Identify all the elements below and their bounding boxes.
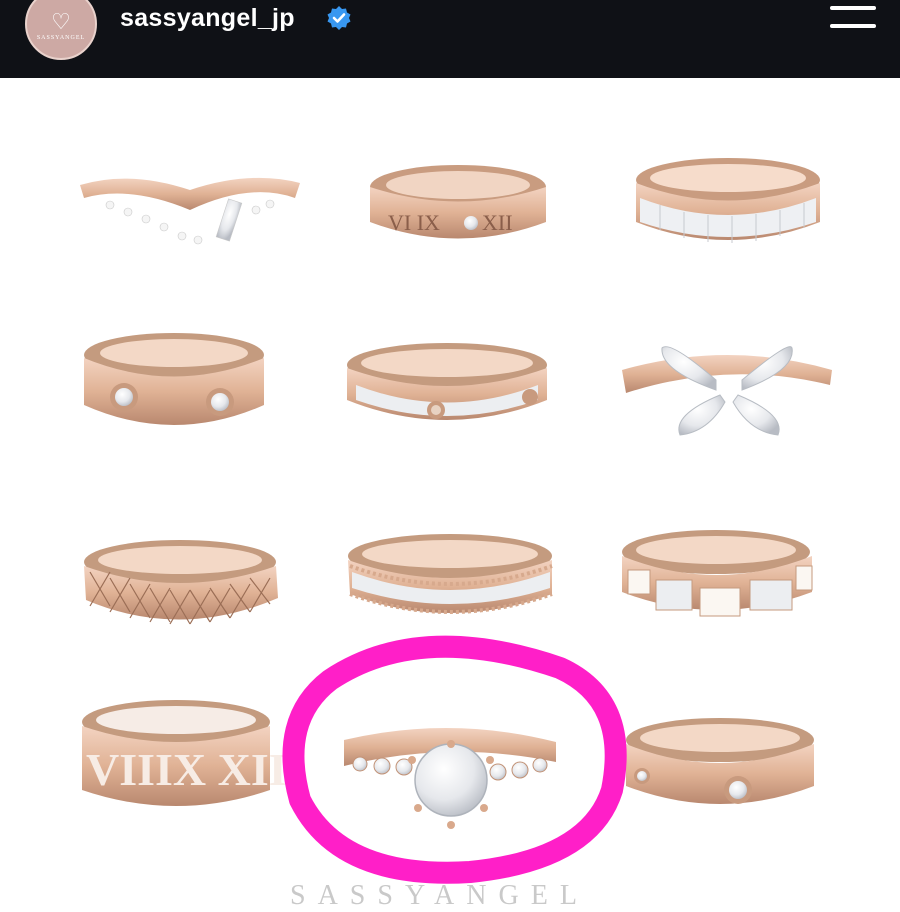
hamburger-menu-icon[interactable] (830, 2, 876, 32)
svg-text:XII: XII (482, 210, 513, 235)
mother-of-pearl-ring (622, 530, 813, 617)
eternity-band-ring (636, 158, 820, 243)
v-shape-diamond-ring (80, 177, 300, 245)
watermark-text: SASSYANGEL (290, 880, 589, 911)
avatar-brand-text: SASSYANGEL (36, 35, 86, 41)
cutout-roman-numeral-ring: VIIIX XII (82, 700, 287, 806)
verified-badge-icon (327, 6, 351, 30)
svg-text:VIIIX XII: VIIIX XII (86, 744, 287, 795)
rings-grid: VI IX XII VIIIX XII (80, 158, 832, 884)
post-image: VI IX XII VIIIX XII SASSYANGEL (0, 78, 900, 911)
username[interactable]: sassyangel_jp (120, 4, 295, 33)
quilted-ring (84, 540, 278, 625)
solitaire-engagement-ring (344, 727, 556, 829)
diamond-love-ring (626, 718, 814, 804)
heart-logo-icon: ♡ (51, 10, 71, 35)
svg-text:VI IX: VI IX (388, 210, 440, 235)
butterfly-ring (622, 346, 832, 436)
beaded-pave-ring (348, 534, 553, 614)
profile-avatar[interactable]: ♡ SASSYANGEL (25, 0, 97, 60)
screw-love-ring (84, 333, 264, 425)
top-bar: ♡ SASSYANGEL sassyangel_jp (0, 0, 900, 78)
pave-screw-ring (347, 343, 547, 420)
roman-numeral-ring: VI IX XII (370, 165, 546, 239)
